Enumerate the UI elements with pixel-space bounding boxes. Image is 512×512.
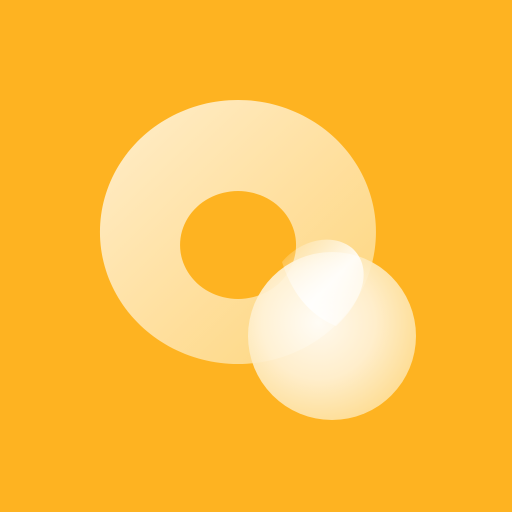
app-icon — [0, 0, 512, 512]
icon-background — [0, 0, 512, 512]
app-logo-icon — [0, 0, 512, 512]
